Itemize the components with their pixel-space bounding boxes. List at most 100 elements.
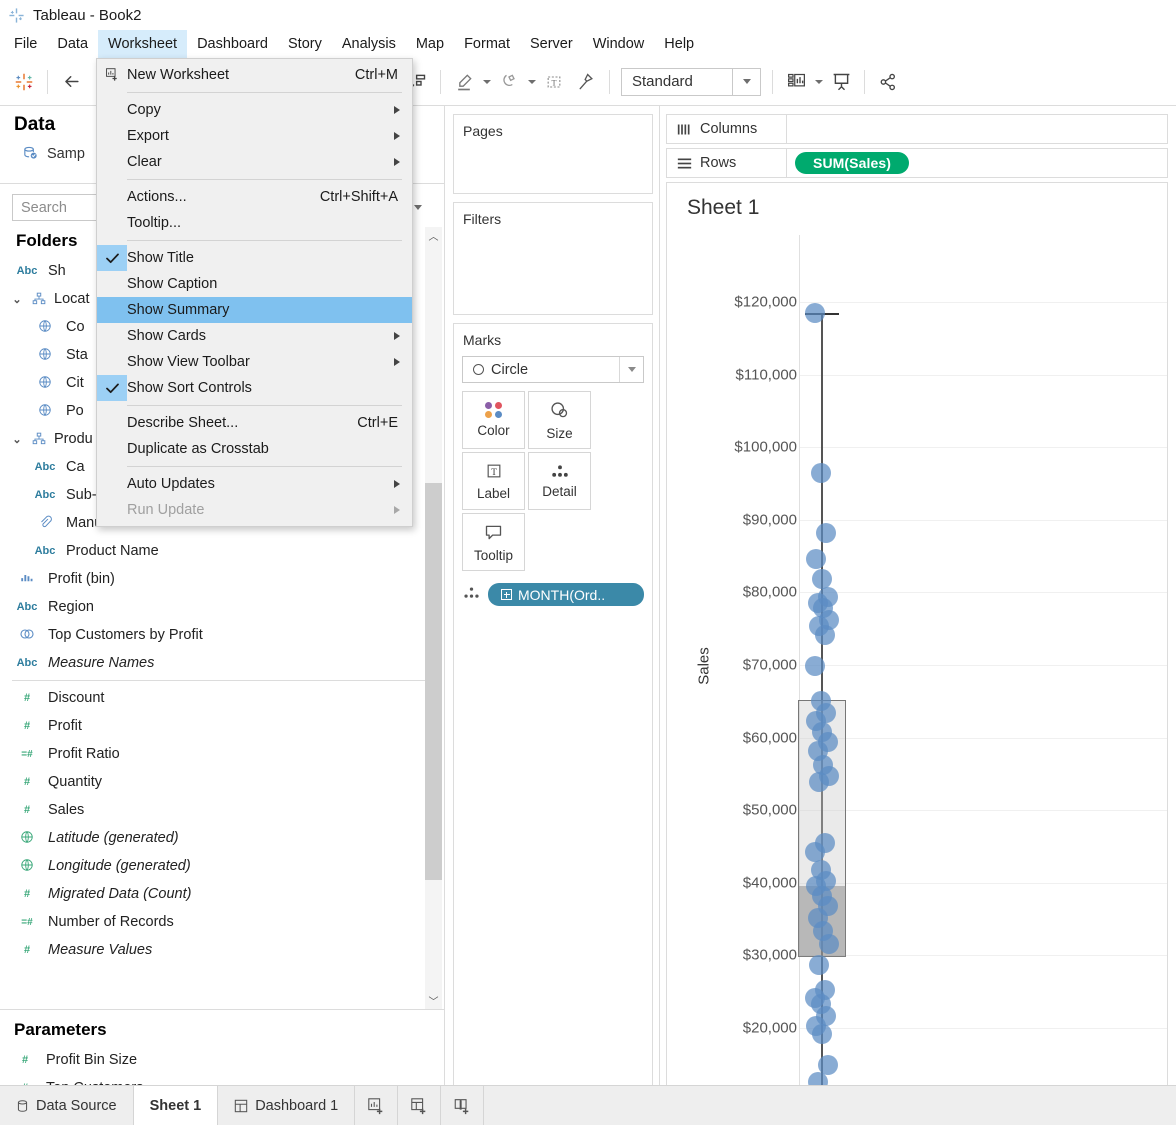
tab-data-source[interactable]: Data Source xyxy=(0,1086,134,1125)
chevron-down-icon[interactable] xyxy=(732,68,760,95)
data-point[interactable] xyxy=(812,1024,832,1045)
field-longitude-generated[interactable]: Longitude (generated) xyxy=(2,852,444,880)
menu-window[interactable]: Window xyxy=(583,30,655,58)
menu-item-auto-updates[interactable]: Auto Updates xyxy=(97,471,412,497)
data-point[interactable] xyxy=(806,548,827,569)
data-point[interactable] xyxy=(810,462,831,483)
highlight-dropdown[interactable] xyxy=(480,65,493,99)
menu-item-tooltip[interactable]: Tooltip... xyxy=(97,210,412,236)
menu-worksheet[interactable]: Worksheet xyxy=(98,30,188,58)
menu-item-export[interactable]: Export xyxy=(97,123,412,149)
sheet-title[interactable]: Sheet 1 xyxy=(667,183,1167,220)
field-latitude-generated[interactable]: Latitude (generated) xyxy=(2,824,444,852)
fit-select[interactable]: Standard xyxy=(621,67,761,96)
menu-item-show-cards[interactable]: Show Cards xyxy=(97,323,412,349)
menu-item-show-title[interactable]: Show Title xyxy=(97,245,412,271)
scrollbar-track[interactable] xyxy=(425,244,442,992)
menu-data[interactable]: Data xyxy=(47,30,98,58)
size-button[interactable]: Size xyxy=(528,391,591,449)
data-point[interactable] xyxy=(809,771,830,792)
chevron-down-icon[interactable] xyxy=(619,357,643,382)
field-product-name[interactable]: Abc Product Name xyxy=(2,537,444,565)
menu-map[interactable]: Map xyxy=(406,30,454,58)
pages-card[interactable]: Pages xyxy=(453,114,653,194)
menu-item-label: New Worksheet xyxy=(127,67,230,83)
data-point[interactable] xyxy=(814,625,835,646)
fix-axes-icon[interactable] xyxy=(570,65,602,99)
menu-item-show-view-toolbar[interactable]: Show View Toolbar xyxy=(97,349,412,375)
data-point[interactable] xyxy=(805,302,825,323)
columns-shelf[interactable]: Columns xyxy=(666,114,1168,144)
menu-item-actions[interactable]: Actions... Ctrl+Shift+A xyxy=(97,184,412,210)
menu-story[interactable]: Story xyxy=(278,30,332,58)
data-point[interactable] xyxy=(819,933,839,954)
tab-dashboard-1[interactable]: Dashboard 1 xyxy=(218,1086,356,1125)
menu-server[interactable]: Server xyxy=(520,30,583,58)
field-top-customers-by-profit[interactable]: Top Customers by Profit xyxy=(2,621,444,649)
detail-button[interactable]: Detail xyxy=(528,452,591,510)
field-profit-bin[interactable]: Profit (bin) xyxy=(2,565,444,593)
rows-shelf[interactable]: Rows SUM(Sales) xyxy=(666,148,1168,178)
field-migrated-data-count[interactable]: # Migrated Data (Count) xyxy=(2,880,444,908)
field-region[interactable]: Abc Region xyxy=(2,593,444,621)
field-number-of-records[interactable]: =# Number of Records xyxy=(2,908,444,936)
field-profit-ratio[interactable]: =# Profit Ratio xyxy=(2,740,444,768)
field-list-scrollbar[interactable]: ︿ ﹀ xyxy=(425,227,442,1009)
detail-pill-month-order-date[interactable]: MONTH(Ord.. xyxy=(488,583,644,606)
menu-analysis[interactable]: Analysis xyxy=(332,30,406,58)
menu-dashboard[interactable]: Dashboard xyxy=(187,30,278,58)
expand-chevron-icon[interactable]: ⌄ xyxy=(10,433,24,446)
rows-pill-sum-sales[interactable]: SUM(Sales) xyxy=(795,152,910,174)
menu-item-new-worksheet[interactable]: New Worksheet Ctrl+M xyxy=(97,62,412,88)
menu-item-show-sort-controls[interactable]: Show Sort Controls xyxy=(97,375,412,401)
tooltip-button[interactable]: Tooltip xyxy=(462,513,525,571)
menu-help[interactable]: Help xyxy=(654,30,704,58)
data-point[interactable] xyxy=(805,656,825,677)
field-measure-values[interactable]: # Measure Values xyxy=(2,936,444,964)
data-point[interactable] xyxy=(816,522,837,543)
field-discount[interactable]: # Discount xyxy=(2,684,444,712)
expand-chevron-icon[interactable]: ⌄ xyxy=(10,293,24,306)
labels-icon[interactable]: T xyxy=(538,65,570,99)
menu-item-show-caption[interactable]: Show Caption xyxy=(97,271,412,297)
show-me-dropdown[interactable] xyxy=(812,65,825,99)
tab-sheet-1[interactable]: Sheet 1 xyxy=(133,1086,219,1125)
new-worksheet-button[interactable] xyxy=(355,1086,399,1125)
show-me-icon[interactable] xyxy=(780,65,812,99)
color-button[interactable]: Color xyxy=(462,391,525,449)
new-story-button[interactable] xyxy=(441,1086,485,1125)
menu-item-describe-sheet[interactable]: Describe Sheet... Ctrl+E xyxy=(97,410,412,436)
box-plot-chart[interactable]: Sales $120,000 $110,000 $100,000 $90,000 $80… xyxy=(667,235,1167,1125)
columns-shelf-dropzone[interactable] xyxy=(787,115,1167,143)
tableau-home-icon[interactable] xyxy=(8,65,40,99)
field-sales[interactable]: # Sales xyxy=(2,796,444,824)
expand-pill-icon[interactable] xyxy=(501,589,512,600)
group-icon[interactable] xyxy=(493,65,525,99)
scroll-up-icon[interactable]: ︿ xyxy=(425,227,442,244)
menu-item-clear[interactable]: Clear xyxy=(97,149,412,175)
group-dropdown[interactable] xyxy=(525,65,538,99)
scroll-down-icon[interactable]: ﹀ xyxy=(425,992,442,1009)
presentation-mode-icon[interactable] xyxy=(825,65,857,99)
parameter-profit-bin-size[interactable]: # Profit Bin Size xyxy=(0,1046,444,1074)
field-quantity[interactable]: # Quantity xyxy=(2,768,444,796)
rows-shelf-dropzone[interactable]: SUM(Sales) xyxy=(787,149,1167,177)
highlight-icon[interactable] xyxy=(448,65,480,99)
menu-format[interactable]: Format xyxy=(454,30,520,58)
filters-card[interactable]: Filters xyxy=(453,202,653,315)
data-point[interactable] xyxy=(812,568,832,589)
share-icon[interactable] xyxy=(872,65,904,99)
scrollbar-thumb[interactable] xyxy=(425,483,442,880)
menu-file[interactable]: File xyxy=(4,30,47,58)
field-measure-names[interactable]: Abc Measure Names xyxy=(2,649,444,677)
mark-type-select[interactable]: Circle xyxy=(462,356,644,383)
data-point[interactable] xyxy=(809,955,830,976)
menu-item-copy[interactable]: Copy xyxy=(97,97,412,123)
back-arrow-icon[interactable] xyxy=(55,65,87,99)
field-profit[interactable]: # Profit xyxy=(2,712,444,740)
menu-item-show-summary[interactable]: Show Summary xyxy=(97,297,412,323)
new-dashboard-button[interactable] xyxy=(398,1086,442,1125)
menu-item-duplicate-as-crosstab[interactable]: Duplicate as Crosstab xyxy=(97,436,412,462)
worksheet-dropdown-menu[interactable]: New Worksheet Ctrl+M Copy Export Clear Action… xyxy=(96,58,413,527)
label-button[interactable]: T Label xyxy=(462,452,525,510)
